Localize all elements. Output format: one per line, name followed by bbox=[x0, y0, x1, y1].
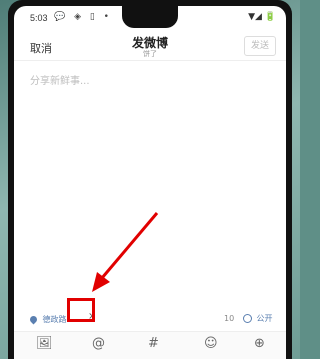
annotation-arrow bbox=[92, 212, 159, 292]
